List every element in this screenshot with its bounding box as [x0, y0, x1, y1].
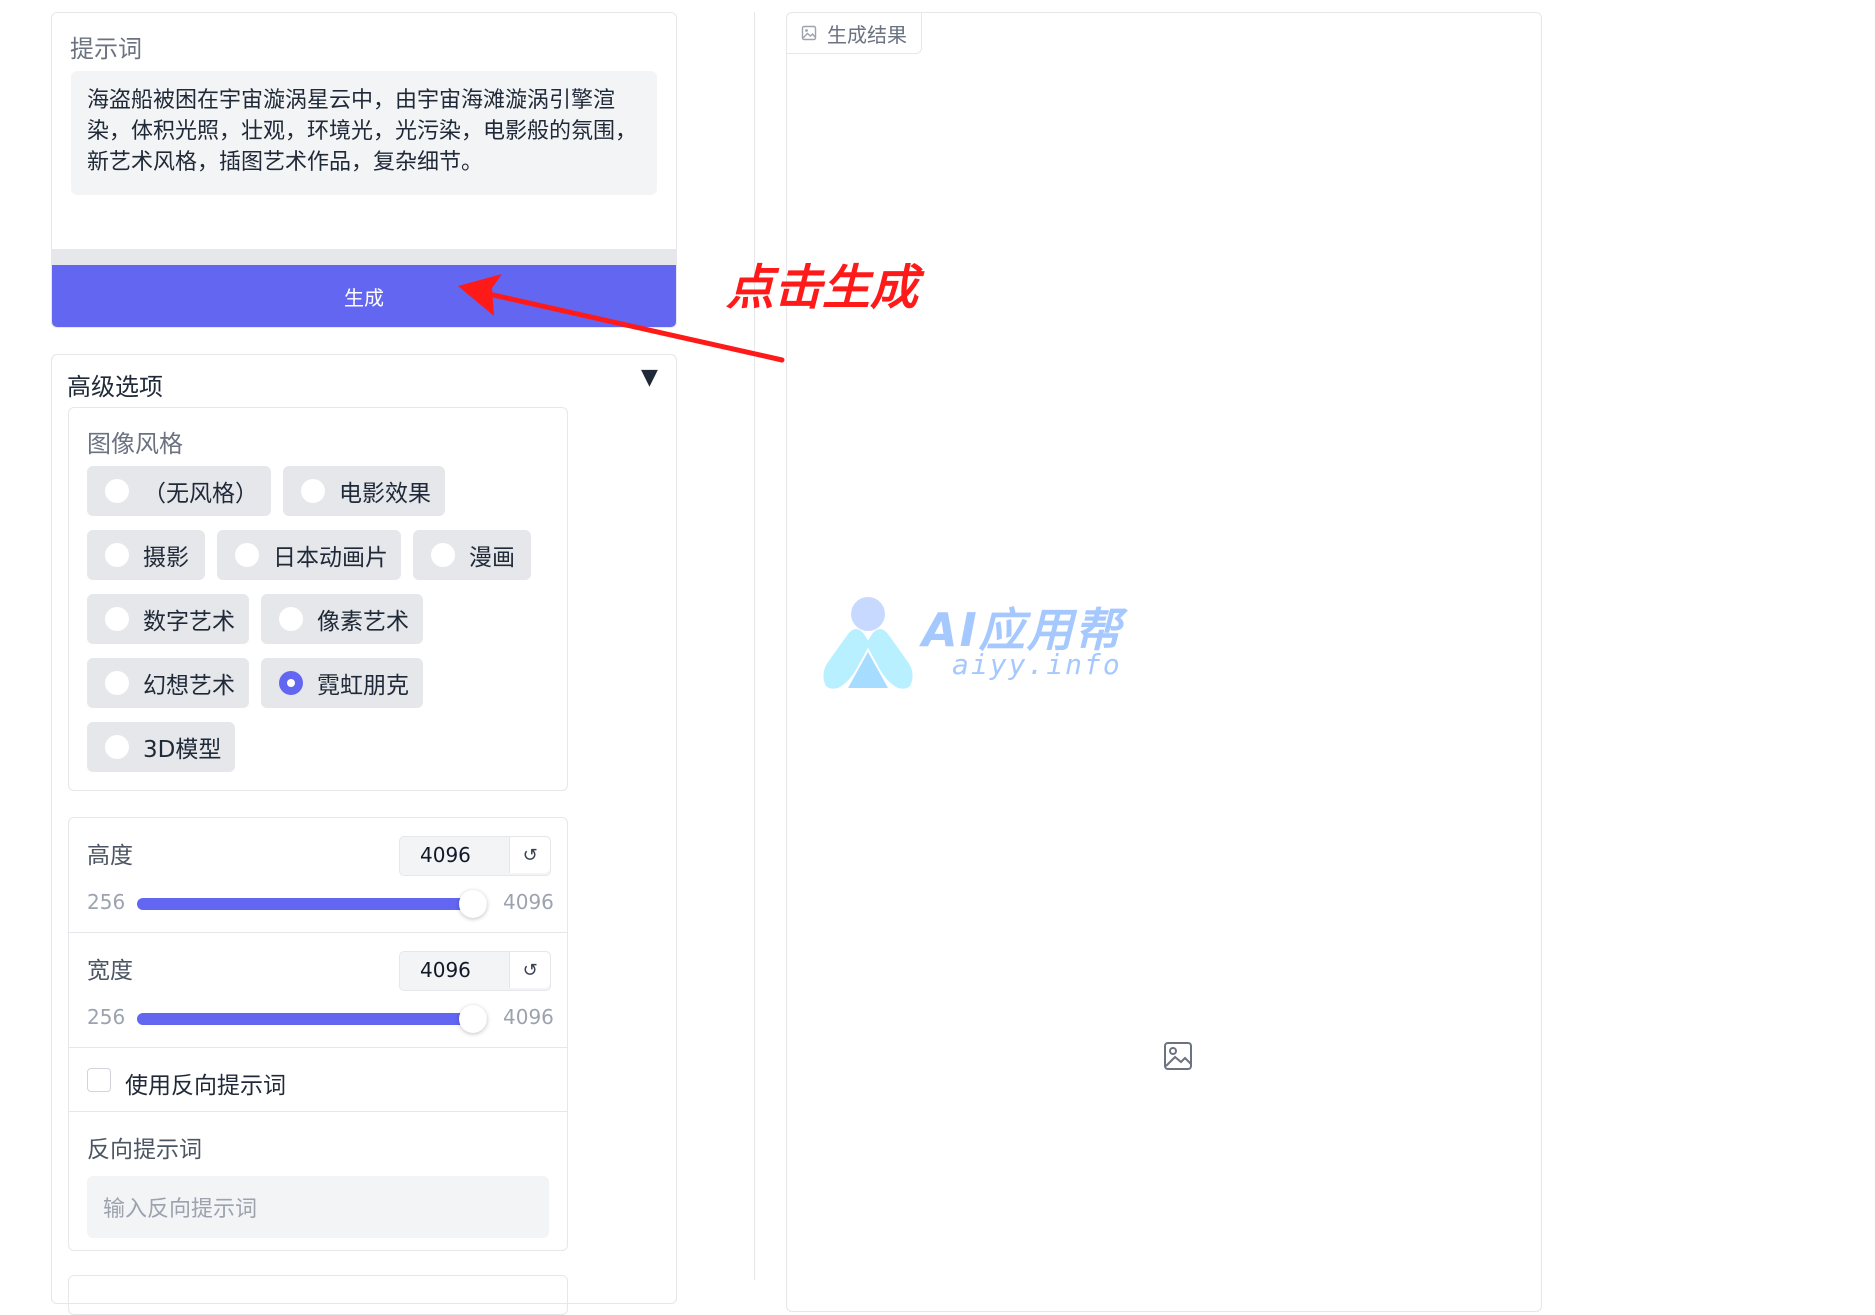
style-option-label: 摄影: [143, 545, 189, 571]
radio-icon[interactable]: [105, 479, 129, 503]
height-slider-fill: [137, 898, 487, 910]
radio-icon[interactable]: [235, 543, 259, 567]
width-max-label: 4096: [503, 1005, 554, 1029]
watermark-domain: aiyy.info: [952, 648, 1122, 681]
advanced-options-card: 高级选项 ▼ 图像风格 （无风格） 电影效果 摄影 日本动画片 漫画 数字艺术: [51, 354, 677, 1315]
style-option-cinematic[interactable]: 电影效果: [283, 466, 445, 516]
style-option-label: 幻想艺术: [143, 673, 235, 699]
width-slider-handle[interactable]: [459, 1005, 487, 1033]
prompt-textarea[interactable]: 海盗船被困在宇宙漩涡星云中，由宇宙海滩漩涡引擎渲染，体积光照，壮观，环境光，光污…: [71, 71, 657, 195]
style-option-label: 电影效果: [339, 481, 431, 507]
height-setting: 高度 4096 ↺ 256 4096: [69, 818, 567, 933]
style-option-label: 日本动画片: [273, 545, 388, 571]
size-settings-panel: 高度 4096 ↺ 256 4096 宽度 4096 ↺ 256 4096 使用…: [68, 817, 568, 1251]
style-option-none[interactable]: （无风格）: [87, 466, 271, 516]
negative-prompt-checkbox[interactable]: [87, 1068, 111, 1092]
result-tab[interactable]: 生成结果: [786, 12, 922, 54]
radio-icon[interactable]: [301, 479, 325, 503]
reset-icon[interactable]: ↺: [509, 952, 550, 988]
result-tab-label: 生成结果: [827, 22, 907, 47]
style-option-digital-art[interactable]: 数字艺术: [87, 594, 249, 644]
image-style-label: 图像风格: [87, 430, 183, 458]
radio-icon[interactable]: [105, 735, 129, 759]
width-min-label: 256: [87, 1005, 126, 1029]
style-option-label: 漫画: [469, 545, 515, 571]
generate-button-top-strip: [52, 249, 676, 265]
width-slider-fill: [137, 1013, 487, 1025]
advanced-options-title[interactable]: 高级选项: [67, 367, 163, 402]
style-option-label: 霓虹朋克: [317, 673, 409, 699]
style-option-label: （无风格）: [143, 481, 258, 507]
style-option-fantasy-art[interactable]: 幻想艺术: [87, 658, 249, 708]
watermark-logo-icon: [823, 597, 913, 689]
width-label: 宽度: [87, 958, 133, 984]
radio-icon[interactable]: [105, 543, 129, 567]
negative-prompt-label: 反向提示词: [87, 1137, 202, 1163]
style-option-label: 3D模型: [143, 737, 222, 763]
image-icon: [801, 25, 817, 41]
height-max-label: 4096: [503, 890, 554, 914]
height-slider-handle[interactable]: [459, 890, 487, 918]
negative-prompt-input[interactable]: 输入反向提示词: [87, 1176, 549, 1238]
style-option-3d-model[interactable]: 3D模型: [87, 722, 235, 772]
style-option-comic[interactable]: 漫画: [413, 530, 531, 580]
style-option-photography[interactable]: 摄影: [87, 530, 205, 580]
next-settings-panel: [68, 1275, 568, 1315]
width-setting: 宽度 4096 ↺ 256 4096: [69, 933, 567, 1048]
width-number-box: 4096 ↺: [399, 951, 551, 991]
negative-prompt-toggle-row: 使用反向提示词: [69, 1048, 567, 1112]
width-number-input[interactable]: 4096: [400, 952, 509, 988]
radio-checked-icon[interactable]: [279, 671, 303, 695]
height-slider[interactable]: [137, 890, 487, 918]
height-number-input[interactable]: 4096: [400, 837, 509, 873]
height-label: 高度: [87, 843, 133, 869]
style-option-label: 像素艺术: [317, 609, 409, 635]
prompt-label: 提示词: [70, 35, 142, 63]
width-slider[interactable]: [137, 1005, 487, 1033]
image-style-panel: 图像风格 （无风格） 电影效果 摄影 日本动画片 漫画 数字艺术 像素艺术 幻想…: [68, 407, 568, 791]
reset-icon[interactable]: ↺: [509, 837, 550, 873]
image-placeholder-icon: [1164, 1042, 1192, 1070]
radio-icon[interactable]: [105, 607, 129, 631]
height-number-box: 4096 ↺: [399, 836, 551, 876]
style-option-label: 数字艺术: [143, 609, 235, 635]
negative-prompt-checkbox-label[interactable]: 使用反向提示词: [125, 1066, 286, 1100]
style-option-pixel-art[interactable]: 像素艺术: [261, 594, 423, 644]
style-option-anime[interactable]: 日本动画片: [217, 530, 401, 580]
radio-icon[interactable]: [431, 543, 455, 567]
column-divider: [754, 12, 755, 1280]
height-min-label: 256: [87, 890, 126, 914]
radio-icon[interactable]: [105, 671, 129, 695]
radio-icon[interactable]: [279, 607, 303, 631]
style-option-neon-punk[interactable]: 霓虹朋克: [261, 658, 423, 708]
annotation-arrow-icon: [458, 274, 785, 363]
